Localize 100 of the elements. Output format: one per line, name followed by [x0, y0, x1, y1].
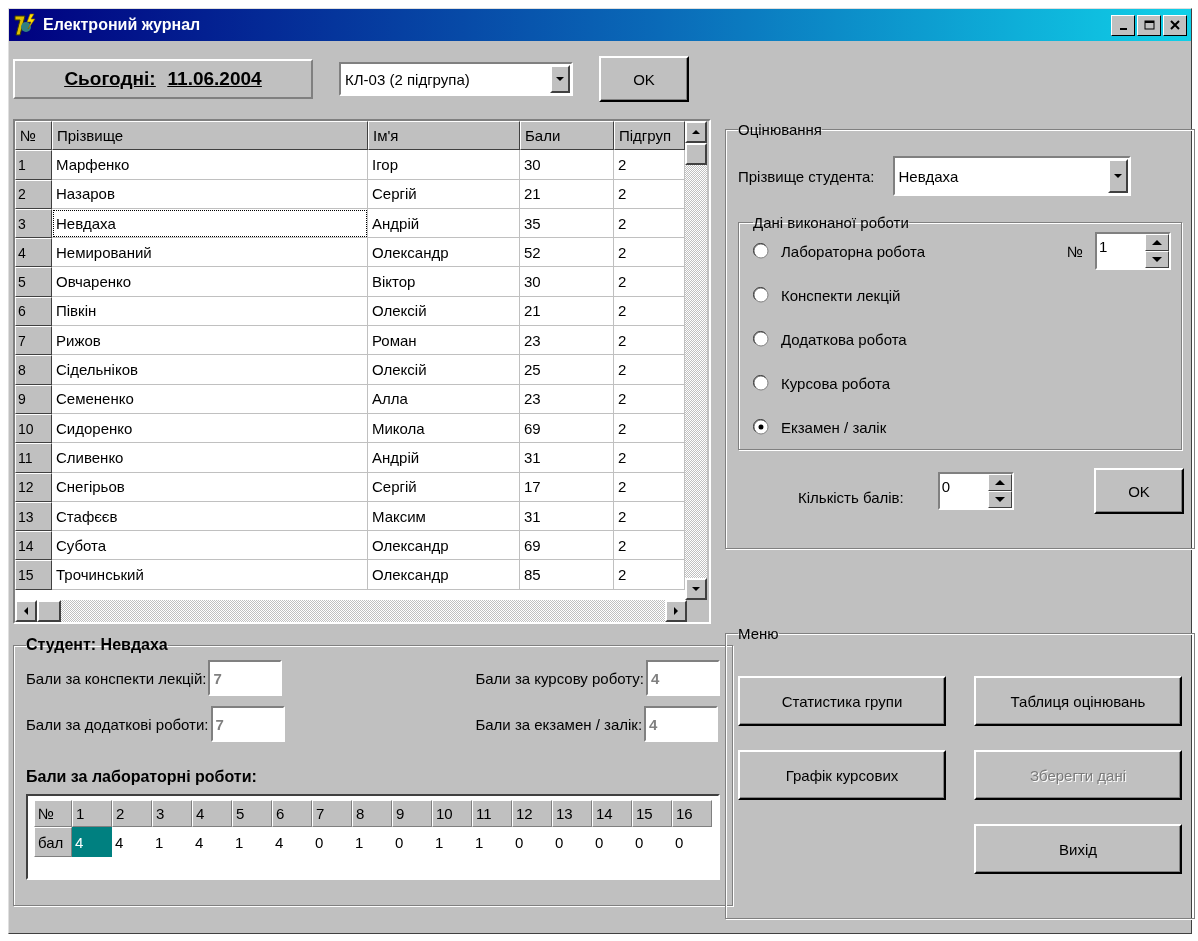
grid-cell[interactable]: 4	[112, 827, 152, 857]
grid-cell[interactable]: 0	[672, 827, 712, 857]
grid-header-cell: 4	[192, 800, 232, 827]
scroll-down-icon	[692, 586, 700, 592]
menu-button[interactable]: Таблиця оцінювань	[974, 676, 1182, 726]
field-label: Бали за екзамен / залік:	[475, 715, 643, 733]
window-title: Електроний журнал	[43, 16, 202, 34]
ok-button[interactable]: OK	[599, 56, 689, 102]
maximize-button[interactable]	[1137, 14, 1161, 36]
radio-button[interactable]	[753, 243, 769, 259]
grid-cell[interactable]: 4	[192, 827, 232, 857]
close-icon	[1170, 20, 1180, 30]
table-cell: Андрій	[368, 443, 520, 473]
grid-cell[interactable]: 0	[632, 827, 672, 857]
grid-header-cell: 6	[272, 800, 312, 827]
table-cell: Сергій	[368, 179, 520, 209]
table-cell: 21	[520, 179, 614, 209]
grid-cell[interactable]: 0	[312, 827, 352, 857]
work-title: Дані виконаної роботи	[753, 214, 909, 231]
table-cell: 85	[520, 560, 614, 590]
grid-header-cell: 14	[592, 800, 632, 827]
field-label: Бали за конспекти лекцій:	[26, 669, 207, 687]
row-header: 6	[15, 296, 52, 327]
spin-down-icon	[1152, 257, 1162, 262]
radio-button[interactable]	[753, 331, 769, 347]
row-header: 7	[15, 326, 52, 356]
table-cell: Сергій	[368, 472, 520, 502]
ok-button[interactable]: OK	[1094, 468, 1184, 514]
column-header[interactable]: Прізвище	[52, 121, 368, 151]
grid-header-cell: 5	[232, 800, 272, 827]
student-title: Студент: Невдаха	[26, 636, 168, 654]
grid-cell[interactable]: 0	[392, 827, 432, 857]
grid-cell[interactable]: 1	[432, 827, 472, 857]
row-header: 12	[15, 472, 52, 502]
grid-cell[interactable]: 0	[512, 827, 552, 857]
scroll-thumb[interactable]	[685, 143, 707, 165]
table-cell: 25	[520, 355, 614, 385]
scroll-down-button[interactable]	[685, 578, 707, 600]
table-cell: 23	[520, 384, 614, 414]
close-button[interactable]	[1163, 14, 1187, 36]
radio-button[interactable]	[753, 287, 769, 303]
scroll-thumb[interactable]	[37, 600, 61, 622]
minimize-icon	[1119, 28, 1127, 30]
group-dropdown[interactable]: КЛ-03 (2 підгрупа)	[339, 62, 573, 96]
spin-down-icon	[994, 497, 1005, 502]
row-header: 2	[15, 179, 52, 209]
scroll-left-button[interactable]	[15, 600, 37, 622]
grid-cell[interactable]: 1	[352, 827, 392, 857]
table-cell: Олексій	[368, 296, 520, 327]
radio-label: Конспекти лекцій	[781, 286, 901, 304]
column-header[interactable]: Підгруп	[614, 121, 685, 151]
grid-header-cell: 8	[352, 800, 392, 827]
scroll-right-button[interactable]	[665, 600, 687, 622]
student-dropdown[interactable]: Невдаха	[892, 156, 1131, 196]
spin-up-icon	[1152, 240, 1162, 245]
radio-button[interactable]	[753, 375, 769, 391]
row-header: 4	[15, 238, 52, 268]
field-label: Бали за курсову роботу:	[475, 669, 644, 687]
scroll-up-button[interactable]	[685, 121, 707, 143]
table-cell: Марфенко	[52, 150, 368, 180]
menu-button[interactable]: Вихід	[974, 824, 1182, 874]
menu-button[interactable]: Статистика групи	[738, 676, 946, 726]
vertical-scrollbar[interactable]	[685, 121, 707, 600]
column-header[interactable]: №	[15, 121, 52, 151]
number-spinner[interactable]: 1	[1095, 232, 1171, 270]
radio-button[interactable]	[753, 419, 769, 435]
grid-cell[interactable]: 0	[592, 827, 632, 857]
table-cell: Снегірьов	[52, 472, 368, 502]
row-header: 9	[15, 384, 52, 414]
table-cell: Трочинський	[52, 560, 368, 590]
table-cell: Семененко	[52, 384, 368, 414]
table-cell: Микола	[368, 413, 520, 444]
table-cell: Олександр	[368, 531, 520, 561]
grid-cell[interactable]: 0	[552, 827, 592, 857]
grid-cell[interactable]: 4	[72, 827, 112, 857]
grid-header-cell: 16	[672, 800, 712, 827]
grid-cell[interactable]: 4	[272, 827, 312, 857]
column-header[interactable]: Бали	[520, 121, 614, 151]
menu-button[interactable]: Графік курсових	[738, 750, 946, 800]
column-header[interactable]: Ім'я	[368, 121, 520, 151]
radio-label: Лабораторна робота	[781, 242, 925, 260]
points-spinner[interactable]: 0	[937, 472, 1014, 510]
grid-cell[interactable]: 1	[472, 827, 512, 857]
scroll-right-icon	[673, 607, 679, 615]
today-date: 11.06.2004	[167, 68, 262, 90]
grid-header-cell: 15	[632, 800, 672, 827]
grid-cell[interactable]: 1	[152, 827, 192, 857]
table-cell: 69	[520, 531, 614, 561]
grid-cell[interactable]: 1	[232, 827, 272, 857]
horizontal-scrollbar[interactable]	[15, 600, 709, 622]
minimize-button[interactable]	[1111, 14, 1135, 36]
radio-label: Екзамен / залік	[781, 418, 887, 436]
grid-header-cell: 7	[312, 800, 352, 827]
grid-header-cell: 10	[432, 800, 472, 827]
row-header: 5	[15, 267, 52, 297]
row-header: 3	[15, 208, 52, 239]
grid-header-cell: 12	[512, 800, 552, 827]
labs-title: Бали за лабораторні роботи:	[26, 768, 258, 786]
table-cell: Олександр	[368, 560, 520, 590]
today-label: Сьогодні:	[64, 68, 156, 90]
